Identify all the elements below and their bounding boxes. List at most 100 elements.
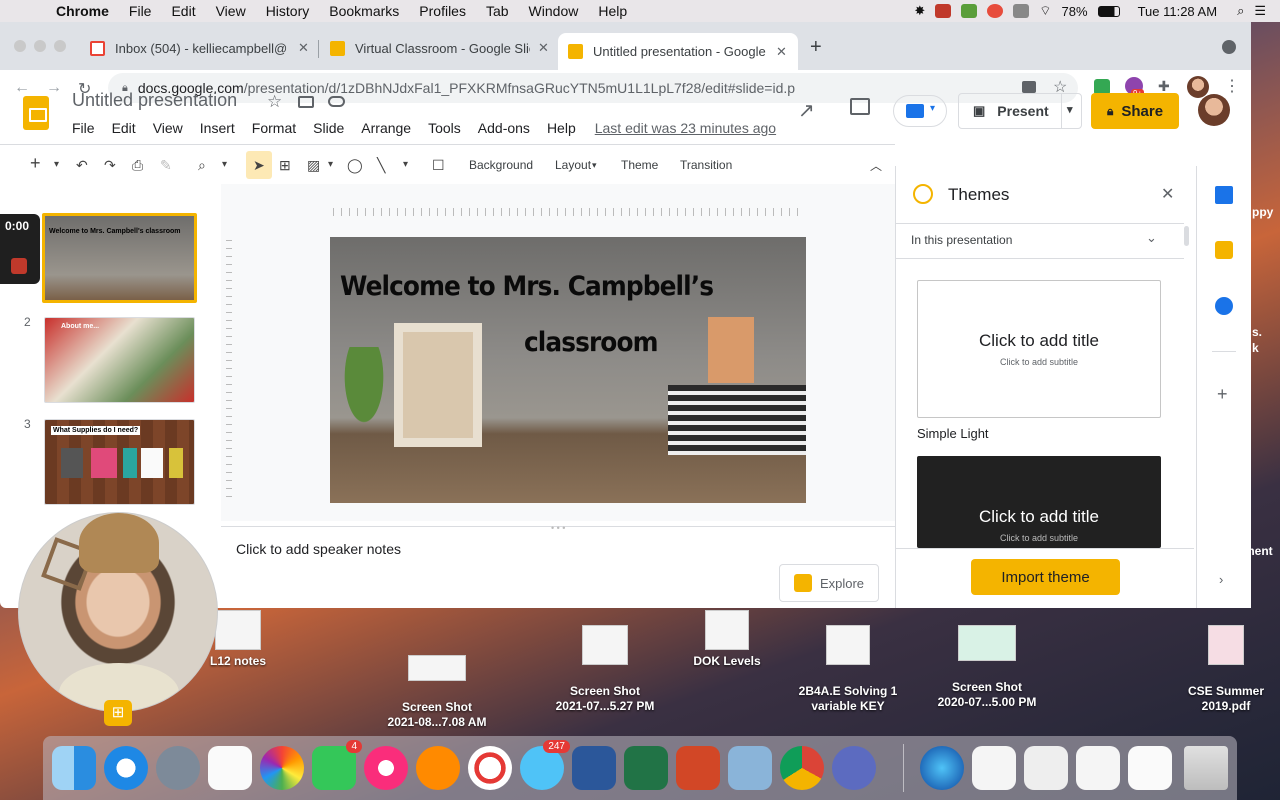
gift-icon[interactable]: ⊞ <box>104 700 132 726</box>
paint-format-icon[interactable]: ✎ <box>160 157 172 174</box>
recent-pdf-icon[interactable] <box>1128 746 1172 790</box>
print-icon[interactable]: ⎙ <box>132 157 143 174</box>
menu-app-name[interactable]: Chrome <box>56 3 109 19</box>
line-icon[interactable]: ╲ <box>377 157 385 174</box>
image-icon[interactable]: ▨ <box>307 157 320 174</box>
line-dropdown-icon[interactable]: ▾ <box>403 159 408 170</box>
system-settings-icon[interactable] <box>832 746 876 790</box>
close-tab-icon[interactable]: ✕ <box>298 40 309 56</box>
menu-bookmarks[interactable]: Bookmarks <box>329 3 399 19</box>
slide-thumbnail-1[interactable]: Welcome to Mrs. Campbell's classroom <box>42 213 197 303</box>
move-folder-icon[interactable] <box>298 96 314 108</box>
reminders-icon[interactable] <box>208 746 252 790</box>
menu-help[interactable]: Help <box>598 3 627 19</box>
screencast-status-icon[interactable] <box>987 4 1004 18</box>
docs-menu-insert[interactable]: Insert <box>200 120 235 136</box>
activity-trend-icon[interactable]: ↗ <box>798 98 815 123</box>
recent-document-icon[interactable] <box>1024 746 1068 790</box>
slide-thumbnail-2[interactable]: About me... <box>44 317 195 403</box>
zoom-dropdown-icon[interactable]: ▾ <box>222 159 227 170</box>
keep-icon[interactable] <box>1215 241 1233 259</box>
transition-button[interactable]: Transition <box>680 158 732 172</box>
background-button[interactable]: Background <box>469 158 533 172</box>
slides-logo-icon[interactable] <box>23 96 49 130</box>
explore-button[interactable]: Explore <box>779 564 879 602</box>
recorder-widget[interactable]: 0:00 <box>0 214 40 284</box>
layout-button[interactable]: Layout <box>555 158 591 172</box>
text-box-icon[interactable]: ⊞ <box>279 157 291 174</box>
chrome-icon[interactable] <box>780 746 824 790</box>
docs-menu-edit[interactable]: Edit <box>112 120 136 136</box>
tab-gmail[interactable]: Inbox (504) - kelliecampbell@ ✕ <box>80 33 319 63</box>
theme-card-simple-dark[interactable]: Click to add title Click to add subtitle <box>917 456 1161 548</box>
docs-menu-file[interactable]: File <box>72 120 95 136</box>
photos-icon[interactable] <box>260 746 304 790</box>
layout-dropdown-icon[interactable]: ▾ <box>592 160 597 171</box>
spotlight-search-icon[interactable]: ⌕ <box>1237 3 1244 19</box>
desktop-file[interactable]: Screen Shot 2020-07...5.00 PM <box>922 610 1052 725</box>
close-themes-icon[interactable]: ✕ <box>1161 184 1174 204</box>
stop-recording-icon[interactable] <box>11 258 27 274</box>
powerpoint-icon[interactable] <box>676 746 720 790</box>
wifi-icon[interactable]: ⌔ <box>1039 3 1051 19</box>
theme-card-simple-light[interactable]: Click to add title Click to add subtitle <box>917 280 1161 418</box>
speaker-notes-placeholder[interactable]: Click to add speaker notes <box>236 541 401 557</box>
meet-present-button[interactable]: ▾ <box>893 95 947 127</box>
menu-profiles[interactable]: Profiles <box>419 3 466 19</box>
calendar-icon[interactable] <box>1215 186 1233 204</box>
close-tab-icon[interactable]: ✕ <box>776 44 787 60</box>
finder-icon[interactable] <box>52 746 96 790</box>
safari-icon[interactable] <box>104 746 148 790</box>
slide-title-line-2[interactable]: classroom <box>524 327 658 358</box>
theme-section-selector[interactable]: In this presentation <box>911 233 1012 247</box>
notes-resize-handle[interactable]: • • • <box>551 523 565 533</box>
desktop-file[interactable]: CSE Summer 2019.pdf <box>1180 610 1272 729</box>
chevron-down-icon[interactable]: ⌄ <box>1146 230 1157 246</box>
settings-status-icon[interactable]: ✸ <box>914 3 925 19</box>
desktop-file[interactable]: Screen Shot 2021-08...7.08 AM <box>372 640 502 745</box>
present-dropdown-icon[interactable]: ▾ <box>1067 103 1073 116</box>
new-slide-icon[interactable]: + <box>30 153 41 174</box>
user-status-icon[interactable] <box>1013 4 1030 18</box>
battery-icon[interactable] <box>1097 5 1120 17</box>
docs-menu-format[interactable]: Format <box>252 120 296 136</box>
recent-screenshot-icon[interactable] <box>972 746 1016 790</box>
theme-button[interactable]: Theme <box>621 158 658 172</box>
facetime-icon[interactable]: 4 <box>312 740 362 790</box>
desktop-file[interactable]: DOK Levels <box>688 610 766 669</box>
select-cursor-icon[interactable]: ➤ <box>253 157 265 174</box>
menu-edit[interactable]: Edit <box>171 3 195 19</box>
minimize-window-button[interactable] <box>34 40 46 52</box>
menu-file[interactable]: File <box>129 3 152 19</box>
panel-scrollbar[interactable] <box>1184 226 1189 246</box>
add-comment-icon[interactable]: ☐ <box>432 157 445 174</box>
docs-menu-slide[interactable]: Slide <box>313 120 344 136</box>
slide-title-line-1[interactable]: Welcome to Mrs. Campbell’s <box>340 271 714 302</box>
recent-screenshot-icon[interactable] <box>1076 746 1120 790</box>
control-center-icon[interactable]: ☰ <box>1254 3 1266 19</box>
docs-menu-addons[interactable]: Add-ons <box>478 120 530 136</box>
collapse-toolbar-icon[interactable]: ︿ <box>870 157 882 174</box>
downloads-globe-icon[interactable] <box>920 746 964 790</box>
shape-icon[interactable]: ◯ <box>347 157 363 174</box>
menu-history[interactable]: History <box>266 3 310 19</box>
evernote-status-icon[interactable] <box>961 4 978 18</box>
docs-menu-arrange[interactable]: Arrange <box>361 120 411 136</box>
close-tab-icon[interactable]: ✕ <box>538 40 549 56</box>
desktop-file[interactable]: 2B4A.E Solving 1 variable KEY <box>786 610 910 729</box>
menu-tab[interactable]: Tab <box>486 3 509 19</box>
new-tab-button[interactable]: + <box>810 36 822 59</box>
docs-menu-help[interactable]: Help <box>547 120 576 136</box>
import-theme-button[interactable]: Import theme <box>971 559 1120 595</box>
desktop-file[interactable]: Screen Shot 2021-07...5.27 PM <box>540 610 670 729</box>
account-avatar[interactable] <box>1198 94 1230 126</box>
comments-icon[interactable] <box>850 98 870 115</box>
trash-icon[interactable] <box>1184 746 1228 790</box>
creative-cloud-icon[interactable] <box>468 746 512 790</box>
tab-search-icon[interactable] <box>1222 40 1236 54</box>
clock[interactable]: Tue 11:28 AM <box>1138 4 1218 19</box>
webcam-overlay[interactable] <box>18 512 218 712</box>
star-icon[interactable]: ☆ <box>267 92 282 112</box>
preview-icon[interactable] <box>728 746 772 790</box>
new-slide-dropdown-icon[interactable]: ▾ <box>54 159 59 170</box>
